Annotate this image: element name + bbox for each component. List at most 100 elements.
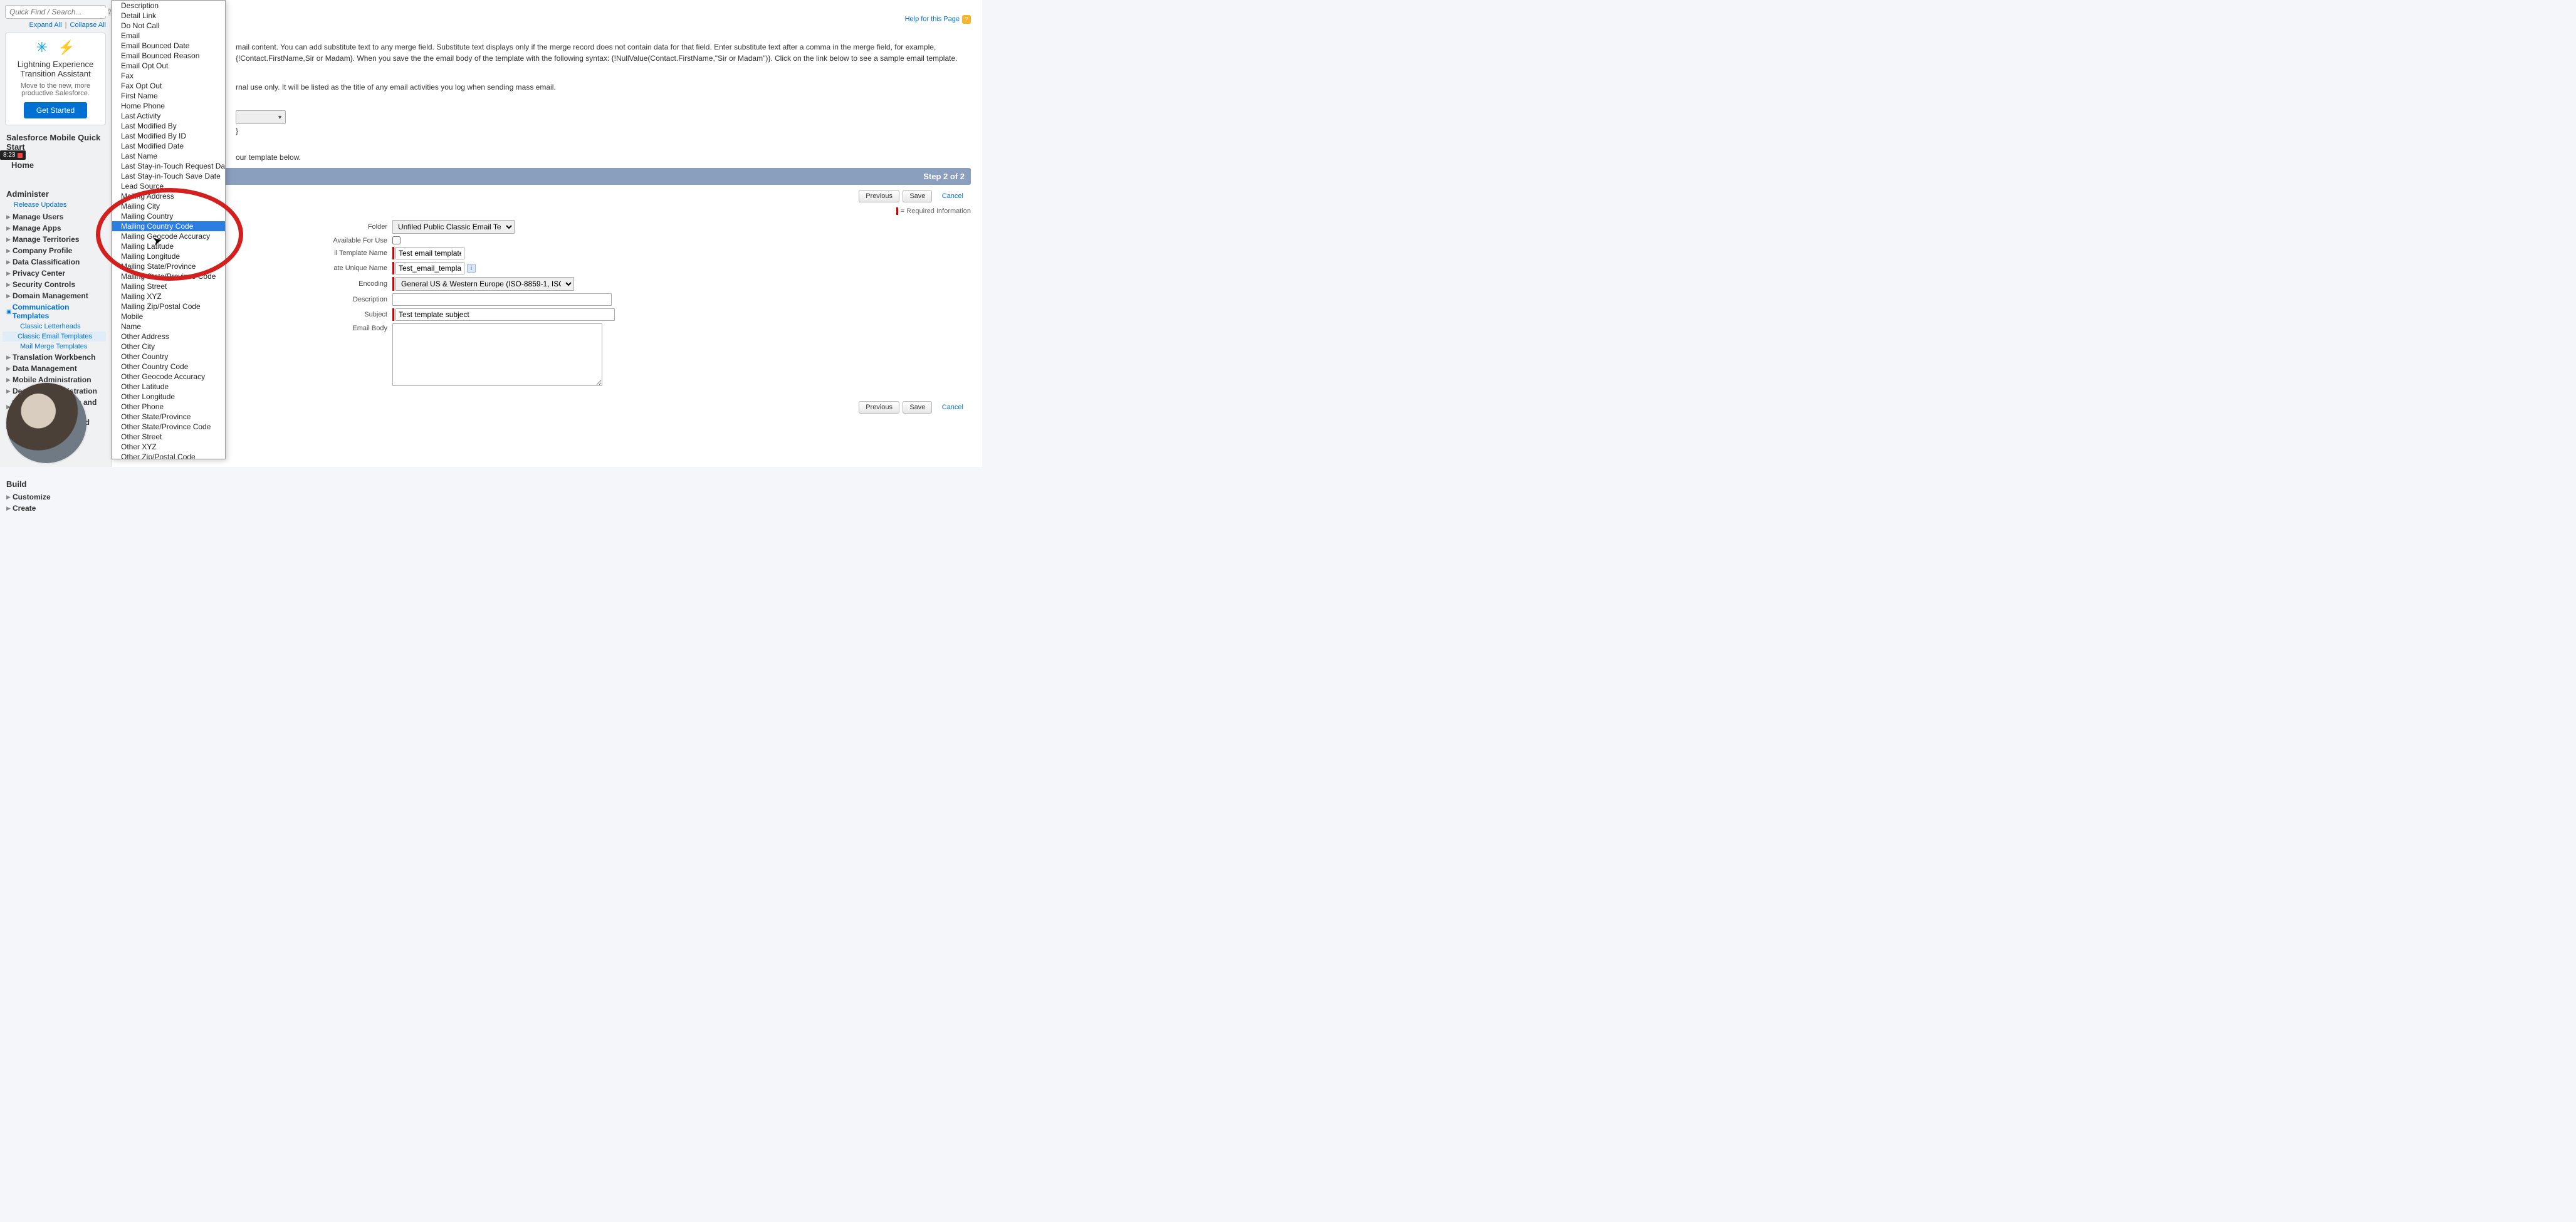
- get-started-button[interactable]: Get Started: [24, 102, 87, 118]
- dropdown-option[interactable]: Other State/Province Code: [112, 422, 225, 432]
- unique-name-input[interactable]: [395, 262, 464, 274]
- nav-manage-territories[interactable]: ▶Manage Territories: [5, 234, 106, 245]
- quick-find-input[interactable]: [9, 8, 108, 16]
- dropdown-option[interactable]: Description: [112, 1, 225, 11]
- nav-company-profile[interactable]: ▶Company Profile: [5, 245, 106, 256]
- dropdown-option[interactable]: Last Stay-in-Touch Save Date: [112, 171, 225, 181]
- dropdown-option[interactable]: Fax Opt Out: [112, 81, 225, 91]
- dropdown-option[interactable]: First Name: [112, 91, 225, 101]
- dropdown-option[interactable]: Name: [112, 321, 225, 332]
- dropdown-option[interactable]: Do Not Call: [112, 21, 225, 31]
- release-updates-link[interactable]: Release Updates: [5, 201, 106, 209]
- dropdown-option[interactable]: Mailing Zip/Postal Code: [112, 301, 225, 311]
- merge-field-dropdown[interactable]: DescriptionDetail LinkDo Not CallEmailEm…: [112, 0, 226, 459]
- quick-find-help-icon[interactable]: ?: [108, 8, 112, 16]
- email-body-label: Email Body: [217, 323, 392, 332]
- mobile-quickstart-link[interactable]: Salesforce Mobile Quick Start: [6, 133, 106, 152]
- description-input[interactable]: [392, 293, 612, 306]
- dropdown-option[interactable]: Other Phone: [112, 402, 225, 412]
- home-heading: Home: [11, 160, 34, 170]
- help-icon: ?: [962, 15, 971, 24]
- button-row-bottom: Previous Save Cancel: [124, 401, 970, 414]
- previous-button-bottom[interactable]: Previous: [859, 401, 899, 414]
- dropdown-option[interactable]: Other Country Code: [112, 362, 225, 372]
- save-button-bottom[interactable]: Save: [903, 401, 932, 414]
- nav-domain-management[interactable]: ▶Domain Management: [5, 290, 106, 301]
- dropdown-option[interactable]: Mailing State/Province: [112, 261, 225, 271]
- dropdown-option[interactable]: Lead Source: [112, 181, 225, 191]
- expand-all-link[interactable]: Expand All: [29, 21, 62, 29]
- dropdown-option[interactable]: Detail Link: [112, 11, 225, 21]
- nav-classic-letterheads[interactable]: Classic Letterheads: [5, 323, 106, 330]
- dropdown-option[interactable]: Mailing Country Code: [112, 221, 225, 231]
- required-info-note: = Required Information: [123, 207, 971, 215]
- dropdown-option[interactable]: Last Modified By: [112, 121, 225, 131]
- dropdown-option[interactable]: Last Activity: [112, 111, 225, 121]
- dropdown-option[interactable]: Email Bounced Date: [112, 41, 225, 51]
- dropdown-option[interactable]: Other Street: [112, 432, 225, 442]
- build-heading: Build: [6, 479, 106, 489]
- nav-create[interactable]: ▶Create: [5, 503, 106, 514]
- encoding-select[interactable]: General US & Western Europe (ISO-8859-1,…: [395, 277, 574, 291]
- dropdown-option[interactable]: Mailing XYZ: [112, 291, 225, 301]
- dropdown-option[interactable]: Mailing Street: [112, 281, 225, 291]
- chevron-down-icon: ▼: [277, 114, 283, 120]
- nav-translation-workbench[interactable]: ▶Translation Workbench: [5, 352, 106, 363]
- dropdown-option[interactable]: Other City: [112, 342, 225, 352]
- dropdown-option[interactable]: Mailing Address: [112, 191, 225, 201]
- lightning-promo-card: ✳ ⚡ Lightning Experience Transition Assi…: [5, 33, 106, 125]
- nav-security-controls[interactable]: ▶Security Controls: [5, 279, 106, 290]
- dropdown-option[interactable]: Other Address: [112, 332, 225, 342]
- dropdown-option[interactable]: Last Modified By ID: [112, 131, 225, 141]
- nav-customize[interactable]: ▶Customize: [5, 491, 106, 503]
- dropdown-option[interactable]: Mailing Country: [112, 211, 225, 221]
- dropdown-option[interactable]: Other Zip/Postal Code: [112, 452, 225, 459]
- dropdown-option[interactable]: Last Modified Date: [112, 141, 225, 151]
- dropdown-option[interactable]: Mailing Longitude: [112, 251, 225, 261]
- dropdown-option[interactable]: Other Country: [112, 352, 225, 362]
- promo-subtitle: Move to the new, more productive Salesfo…: [11, 82, 100, 97]
- dropdown-option[interactable]: Other Longitude: [112, 392, 225, 402]
- dropdown-option[interactable]: Mailing State/Province Code: [112, 271, 225, 281]
- dropdown-option[interactable]: Other XYZ: [112, 442, 225, 452]
- template-section-header: Template Step 2 of 2: [123, 168, 971, 185]
- cancel-button-bottom[interactable]: Cancel: [936, 402, 970, 413]
- dropdown-option[interactable]: Other Latitude: [112, 382, 225, 392]
- nav-manage-users[interactable]: ▶Manage Users: [5, 211, 106, 222]
- nav-mail-merge-templates[interactable]: Mail Merge Templates: [5, 343, 106, 350]
- encoding-label: Encoding: [217, 280, 392, 288]
- email-body-textarea[interactable]: [392, 323, 602, 386]
- save-button[interactable]: Save: [903, 190, 932, 202]
- folder-select[interactable]: Unfiled Public Classic Email Templates: [392, 220, 515, 234]
- cancel-button[interactable]: Cancel: [936, 191, 970, 202]
- template-name-input[interactable]: [395, 247, 464, 259]
- dropdown-option[interactable]: Other Geocode Accuracy: [112, 372, 225, 382]
- dropdown-option[interactable]: Home Phone: [112, 101, 225, 111]
- dropdown-option[interactable]: Last Name: [112, 151, 225, 161]
- dropdown-option[interactable]: Email Bounced Reason: [112, 51, 225, 61]
- dropdown-option[interactable]: Email: [112, 31, 225, 41]
- collapse-all-link[interactable]: Collapse All: [70, 21, 106, 29]
- dropdown-option[interactable]: Mobile: [112, 311, 225, 321]
- merge-field-select-collapsed[interactable]: ▼: [236, 110, 286, 124]
- description-label: Description: [217, 296, 392, 303]
- nav-data-management[interactable]: ▶Data Management: [5, 363, 106, 374]
- dropdown-option[interactable]: Mailing City: [112, 201, 225, 211]
- dropdown-option[interactable]: Last Stay-in-Touch Request Date: [112, 161, 225, 171]
- dropdown-option[interactable]: Fax: [112, 71, 225, 81]
- dropdown-option[interactable]: Mailing Latitude: [112, 241, 225, 251]
- nav-manage-apps[interactable]: ▶Manage Apps: [5, 222, 106, 234]
- subject-input[interactable]: [395, 308, 615, 321]
- dropdown-option[interactable]: Other State/Province: [112, 412, 225, 422]
- nav-communication-templates[interactable]: ▣Communication Templates: [5, 301, 106, 321]
- info-icon[interactable]: i: [467, 264, 476, 273]
- quick-find-wrap[interactable]: ? 🔍: [5, 5, 106, 19]
- dropdown-option[interactable]: Email Opt Out: [112, 61, 225, 71]
- nav-classic-email-templates[interactable]: Classic Email Templates: [3, 332, 106, 342]
- help-for-page-link[interactable]: Help for this Page?: [905, 15, 971, 24]
- nav-data-classification[interactable]: ▶Data Classification: [5, 256, 106, 268]
- nav-privacy-center[interactable]: ▶Privacy Center: [5, 268, 106, 279]
- available-checkbox[interactable]: [392, 236, 401, 244]
- dropdown-option[interactable]: Mailing Geocode Accuracy: [112, 231, 225, 241]
- previous-button[interactable]: Previous: [859, 190, 899, 202]
